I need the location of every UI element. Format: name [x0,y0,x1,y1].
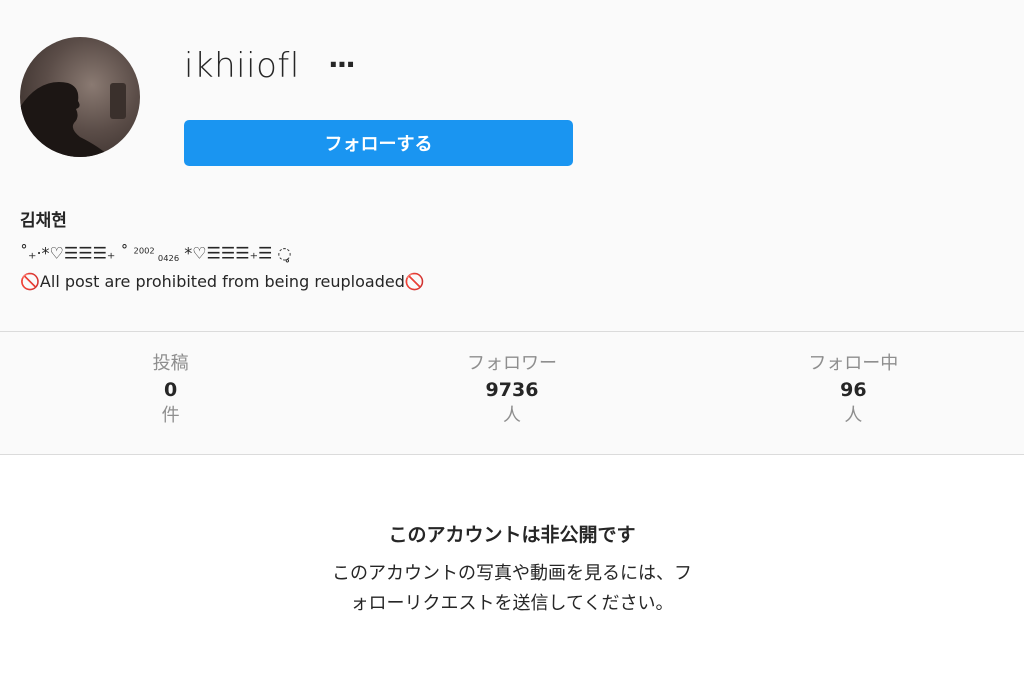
avatar-silhouette [20,82,126,157]
private-message: このアカウントの写真や動画を見るには、フォローリクエストを送信してください。 [332,563,692,614]
bio-decor-a: ˚₊·*♡☰☰☰₊ ˚ [20,243,134,263]
avatar[interactable] [20,37,140,157]
stat-value: 9736 [485,379,539,401]
stat-unit: 人 [844,405,863,426]
more-options-icon[interactable]: ··· [328,48,356,81]
follow-button[interactable]: フォローする [184,120,573,166]
bio-notice-text: All post are prohibited from being reupl… [39,272,405,292]
stat-label: 投稿 [152,353,189,374]
bio-line-notice: 🚫All post are prohibited from being reup… [20,270,425,294]
prohibited-icon: 🚫 [404,272,425,292]
bio-birth-date: 0426 [157,253,180,264]
stat-label: フォロー中 [808,353,899,374]
username: ikhiiofl [184,46,300,86]
stat-value: 0 [164,379,178,401]
full-name: 김채현 [20,211,67,231]
stat-followers[interactable]: フォロワー 9736 人 [341,332,682,454]
private-title: このアカウントは非公開です [388,524,636,546]
bio-section: 김채현 ˚₊·*♡☰☰☰₊ ˚ 2002 0426 *♡☰☰☰₊☰ ◌̥ 🚫Al… [20,206,425,294]
stat-unit: 件 [161,405,180,426]
stat-value: 96 [840,379,867,401]
bio-decor-b: *♡☰☰☰₊☰ ◌̥ [179,243,292,263]
stat-posts: 投稿 0 件 [0,332,341,454]
bio-line-decorative: ˚₊·*♡☰☰☰₊ ˚ 2002 0426 *♡☰☰☰₊☰ ◌̥ [20,239,425,270]
stat-label: フォロワー [466,353,557,374]
bio-birth-year: 2002 [133,246,155,256]
stat-following[interactable]: フォロー中 96 人 [683,332,1024,454]
stats-bar: 投稿 0 件 フォロワー 9736 人 フォロー中 96 人 [0,331,1024,455]
prohibited-icon: 🚫 [20,272,40,292]
stat-unit: 人 [502,405,521,426]
private-account-notice: このアカウントは非公開です このアカウントの写真や動画を見るには、フォローリクエ… [0,520,1024,619]
